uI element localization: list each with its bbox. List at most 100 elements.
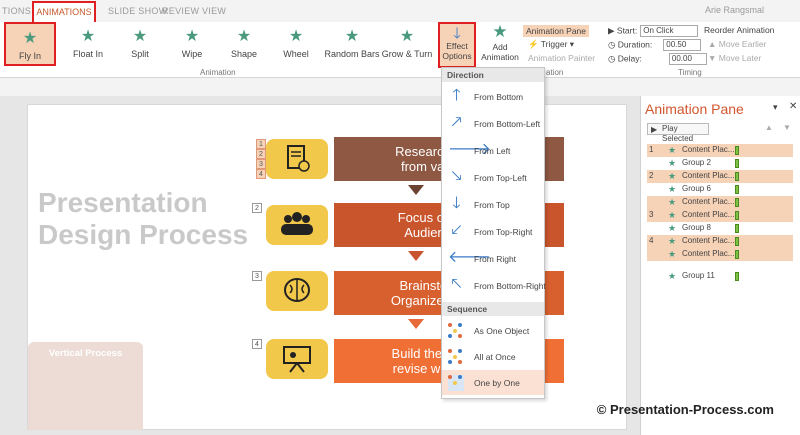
duration-field[interactable]: ◷ Duration: 00.50 — [608, 39, 702, 51]
menu-item-direction[interactable]: 🡑 From Bottom — [442, 84, 544, 109]
timing-bar[interactable] — [735, 172, 739, 181]
animation-list-item[interactable]: 3 ★ Content Plac... — [647, 209, 793, 222]
timing-bar[interactable] — [735, 198, 739, 207]
star-icon: ★ — [668, 210, 677, 220]
group-label-animation: Animation — [200, 68, 236, 77]
star-icon: ★ — [668, 197, 677, 207]
menu-item-one-by-one[interactable]: One by One — [442, 370, 544, 395]
effect-random-bars-button[interactable]: ★ Random Bars — [322, 22, 382, 66]
close-icon[interactable]: ✕ — [789, 101, 797, 112]
star-icon: ★ — [22, 30, 38, 47]
timing-bar[interactable] — [735, 146, 739, 155]
sequence-all-at-once-icon — [448, 349, 464, 365]
arrow-up-right-icon: 🡕 — [451, 114, 462, 131]
move-up-icon[interactable]: ▲ — [765, 123, 773, 132]
star-icon: ★ — [399, 28, 415, 45]
menu-item-direction[interactable]: 🡕 From Bottom-Left — [442, 111, 544, 136]
timing-bar[interactable] — [735, 185, 739, 194]
animation-list-item[interactable]: ★ Group 2 — [647, 157, 793, 170]
effect-split-button[interactable]: ★ Split — [114, 22, 166, 66]
credit-text: © Presentation-Process.com — [596, 402, 774, 417]
menu-item-direction[interactable]: 🡔 From Bottom-Right — [442, 273, 546, 298]
star-icon: ★ — [236, 28, 252, 45]
anim-tag: 4 — [252, 339, 262, 349]
star-plus-icon: ★ — [492, 22, 508, 41]
anim-tag: 2 — [256, 149, 266, 159]
move-earlier-button[interactable]: ▲ Move Earlier — [708, 39, 767, 49]
arrow-up-icon: 🡑 — [452, 87, 461, 104]
effect-options-button[interactable]: 🡓 Effect Options — [438, 22, 476, 68]
timing-bar[interactable] — [735, 250, 739, 259]
effect-shape-button[interactable]: ★ Shape — [218, 22, 270, 66]
sequence-one-object-icon — [448, 323, 464, 339]
effect-grow-turn-button[interactable]: ★ Grow & Turn — [380, 22, 434, 66]
group-label-advanced: ation — [546, 68, 564, 77]
timing-bar[interactable] — [735, 159, 739, 168]
animation-list-item[interactable]: 2 ★ Content Plac... — [647, 170, 793, 183]
anim-tag: 2 — [252, 203, 262, 213]
menu-item-direction[interactable]: 🡓 From Top — [442, 192, 544, 217]
ribbon: ★ Fly In ★ Float In ★ Split ★ Wipe ★ Shape ★ W… — [0, 22, 800, 78]
direction-header: Direction — [442, 68, 544, 82]
document-icon — [266, 139, 328, 179]
delay-field[interactable]: ◷ Delay: 00.00 — [608, 53, 707, 65]
arrow-down-icon: 🡓 — [452, 195, 461, 212]
menu-item-all-at-once[interactable]: All at Once — [442, 344, 544, 369]
star-icon: ★ — [668, 158, 677, 168]
add-animation-button[interactable]: ★ Add Animation — [480, 22, 520, 68]
arrow-down-right-icon: 🡖 — [451, 168, 462, 185]
play-selected-button[interactable]: ▶ Play Selected — [647, 123, 709, 143]
move-down-icon[interactable]: ▼ — [783, 123, 791, 132]
down-arrow — [408, 185, 424, 195]
menu-item-direction[interactable]: 🡐 From Right — [442, 246, 544, 271]
tab-review[interactable]: REVIEW — [162, 6, 199, 16]
arrow-down-icon: 🡓 — [453, 25, 461, 42]
star-icon: ★ — [668, 249, 677, 259]
start-field[interactable]: ▶ Start: On Click — [608, 25, 699, 37]
effect-float-in-button[interactable]: ★ Float In — [62, 22, 114, 66]
animation-list-item[interactable]: ★ Group 6 — [647, 183, 793, 196]
animation-list-item[interactable]: ★ Content Plac... — [647, 196, 793, 209]
animation-pane-title: Animation Pane — [645, 101, 744, 117]
timing-bar[interactable] — [735, 237, 739, 246]
vertical-process-thumbnail: Vertical Process — [28, 342, 143, 430]
quick-toolbar — [0, 78, 800, 96]
timing-bar[interactable] — [735, 272, 739, 281]
menu-item-direction[interactable]: 🡒 From Left — [442, 138, 544, 163]
user-name: Arie Rangsmal — [704, 5, 764, 15]
down-arrow — [408, 251, 424, 261]
reorder-label: Reorder Animation — [704, 25, 775, 35]
effect-wheel-button[interactable]: ★ Wheel — [270, 22, 322, 66]
star-icon: ★ — [668, 271, 677, 281]
timing-bar[interactable] — [735, 224, 739, 233]
animation-list-item[interactable]: 4 ★ Content Plac... — [647, 235, 793, 248]
star-icon: ★ — [668, 145, 677, 155]
tab-transitions[interactable]: TIONS — [2, 6, 31, 16]
play-icon: ▶ — [651, 125, 658, 134]
people-icon — [266, 205, 328, 245]
star-icon: ★ — [80, 28, 96, 45]
menu-item-direction[interactable]: 🡖 From Top-Left — [442, 165, 544, 190]
anim-tag: 1 — [256, 139, 266, 149]
pane-options-icon[interactable]: ▾ — [773, 102, 778, 113]
effect-fly-in-button[interactable]: ★ Fly In — [4, 22, 56, 66]
animation-list-item[interactable]: ★ Group 8 — [647, 222, 793, 235]
animation-list-item[interactable]: ★ Group 11 — [647, 270, 793, 283]
trigger-button[interactable]: ⚡ Trigger ▾ — [528, 39, 574, 50]
animation-painter-button[interactable]: Animation Painter — [528, 53, 595, 63]
animation-list-item[interactable]: ★ Content Plac... — [647, 248, 793, 261]
move-later-button[interactable]: ▼ Move Later — [708, 53, 761, 63]
tab-view[interactable]: VIEW — [202, 6, 226, 16]
animation-list-item[interactable]: 1 ★ Content Plac... — [647, 144, 793, 157]
star-icon: ★ — [668, 184, 677, 194]
effect-wipe-button[interactable]: ★ Wipe — [166, 22, 218, 66]
arrow-down-left-icon: 🡗 — [451, 222, 462, 239]
star-icon: ★ — [344, 28, 360, 45]
animation-pane-button[interactable]: Animation Pane — [523, 25, 590, 37]
effect-options-menu: Direction 🡑 From Bottom 🡕 From Bottom-Left 🡒… — [441, 67, 546, 399]
timing-bar[interactable] — [735, 211, 739, 220]
menu-item-direction[interactable]: 🡗 From Top-Right — [442, 219, 544, 244]
tab-slide-show[interactable]: SLIDE SHOW — [108, 6, 168, 16]
tab-animations[interactable]: ANIMATIONS — [32, 1, 96, 22]
menu-item-as-one-object[interactable]: As One Object — [442, 318, 544, 343]
